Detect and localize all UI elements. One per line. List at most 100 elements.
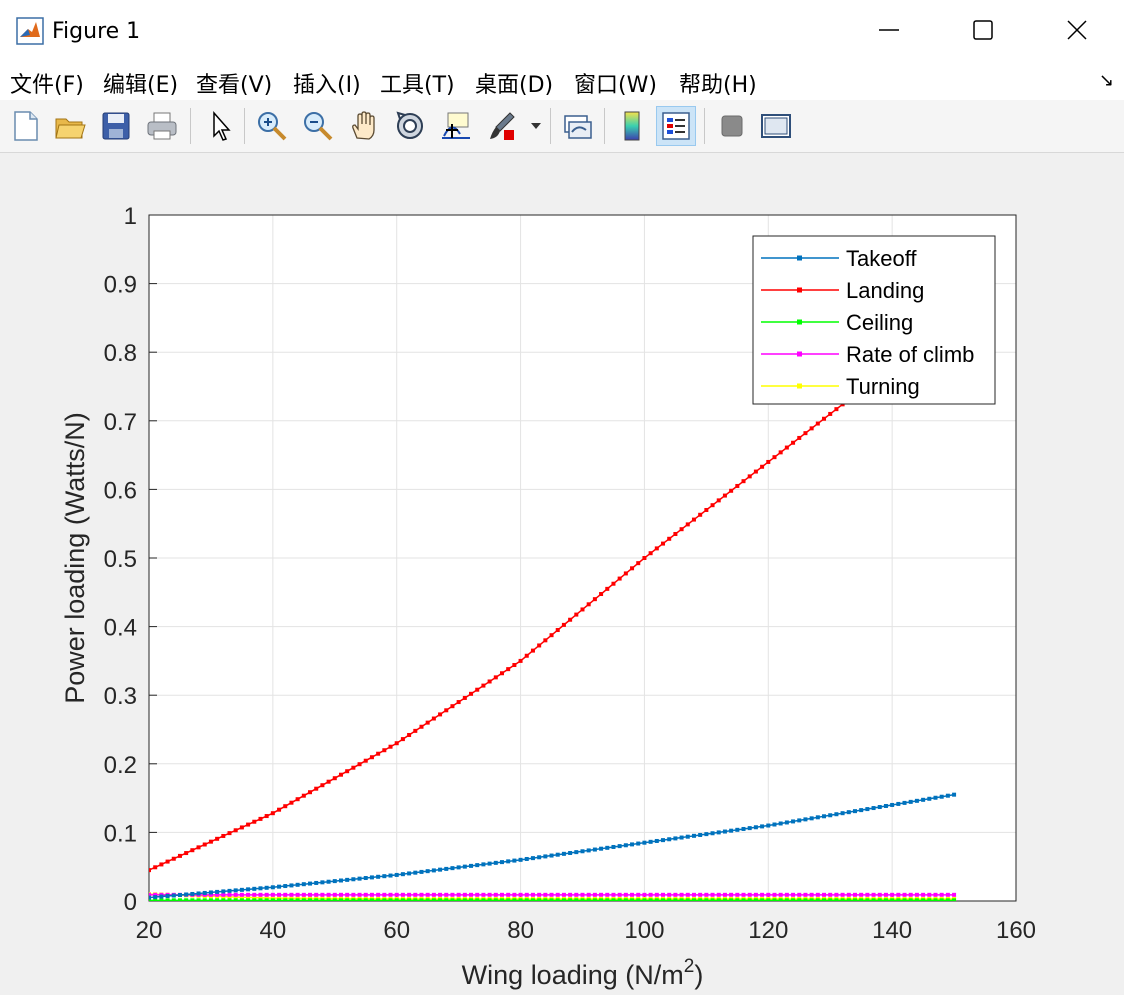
data-marker: [549, 633, 554, 638]
data-marker: [623, 892, 628, 897]
dock-arrow-icon[interactable]: ↘: [1099, 70, 1114, 91]
zoom-in-button[interactable]: [252, 106, 292, 146]
data-marker: [289, 800, 294, 805]
data-marker: [165, 894, 170, 899]
data-marker: [425, 720, 430, 725]
data-marker: [574, 850, 579, 855]
data-marker: [512, 892, 517, 897]
data-marker: [153, 865, 158, 870]
legend-entry-label: Takeoff: [846, 246, 917, 271]
close-icon: [1067, 20, 1087, 40]
show-plot-tools-button[interactable]: [756, 106, 796, 146]
legend[interactable]: Takeoff Landing Ceiling Rate of climb Turnin…: [752, 235, 996, 405]
data-marker: [149, 895, 151, 900]
data-marker: [722, 892, 727, 897]
data-marker: [667, 892, 672, 897]
data-marker: [630, 898, 635, 901]
data-marker: [617, 844, 622, 849]
data-marker: [338, 772, 343, 777]
minimize-button[interactable]: [842, 0, 936, 60]
hide-plot-tools-button[interactable]: [712, 106, 752, 146]
data-marker: [524, 856, 529, 861]
menu-help[interactable]: 帮助(H): [679, 67, 757, 99]
data-marker: [952, 898, 957, 901]
data-marker: [636, 841, 641, 846]
matlab-logo-icon: [16, 17, 44, 45]
print-button[interactable]: [142, 106, 182, 146]
rotate-3d-button[interactable]: [390, 106, 430, 146]
data-marker: [413, 898, 418, 901]
select-arrow-button[interactable]: [200, 106, 240, 146]
colorbar-button[interactable]: [612, 106, 652, 146]
data-marker: [314, 898, 319, 901]
link-plot-button[interactable]: [558, 106, 598, 146]
data-marker: [456, 892, 461, 897]
line-chart[interactable]: 20 40 60 80 100 120 140 160 0 0.1 0.2 0.3 0.4 0.5 0.6 0…: [0, 153, 1124, 995]
data-marker: [308, 898, 313, 901]
data-marker: [877, 898, 882, 901]
new-figure-button[interactable]: [6, 106, 46, 146]
y-tick-label: 0.1: [104, 820, 137, 847]
data-marker: [952, 792, 957, 797]
data-marker: [815, 892, 820, 897]
data-marker: [499, 898, 504, 901]
y-axis-label: Power loading (Watts/N): [60, 412, 90, 704]
zoom-out-button[interactable]: [298, 106, 338, 146]
close-button[interactable]: [1030, 0, 1124, 60]
data-marker: [945, 793, 950, 798]
data-marker: [308, 892, 313, 897]
print-icon: [147, 112, 177, 140]
data-marker: [760, 898, 765, 901]
legend-marker: [797, 287, 802, 293]
data-marker: [252, 898, 257, 901]
data-marker: [493, 860, 498, 865]
data-marker: [431, 868, 436, 873]
menu-file[interactable]: 文件(F): [10, 67, 84, 99]
data-marker: [809, 898, 814, 901]
data-marker: [345, 898, 350, 901]
data-marker: [363, 876, 368, 881]
data-marker: [741, 826, 746, 831]
title-bar: Figure 1: [0, 0, 1124, 60]
data-marker: [171, 893, 176, 898]
legend-entry-label: Ceiling: [846, 310, 913, 335]
menu-view[interactable]: 查看(V): [196, 67, 272, 99]
data-marker: [233, 888, 238, 893]
maximize-button[interactable]: [936, 0, 1030, 60]
toolbar-separator: [244, 108, 245, 144]
colorbar-icon: [624, 111, 640, 141]
data-marker: [902, 898, 907, 901]
data-marker: [369, 875, 374, 880]
save-button[interactable]: [96, 106, 136, 146]
menu-window[interactable]: 窗口(W): [574, 67, 657, 99]
menu-desktop[interactable]: 桌面(D): [475, 67, 553, 99]
data-marker: [784, 898, 789, 901]
menu-tools[interactable]: 工具(T): [380, 67, 455, 99]
data-cursor-button[interactable]: [436, 106, 476, 146]
data-marker: [561, 622, 566, 627]
data-marker: [586, 898, 591, 901]
data-marker: [227, 898, 232, 901]
pan-button[interactable]: [344, 106, 384, 146]
data-marker: [927, 898, 932, 901]
data-marker: [698, 898, 703, 901]
data-marker: [865, 898, 870, 901]
legend-button[interactable]: [656, 106, 696, 146]
data-marker: [543, 854, 548, 859]
data-marker: [388, 873, 393, 878]
data-marker: [729, 892, 734, 897]
brush-button[interactable]: [482, 106, 522, 146]
data-marker: [320, 892, 325, 897]
brush-dropdown-button[interactable]: [526, 106, 546, 146]
data-marker: [549, 892, 554, 897]
menu-insert[interactable]: 插入(I): [293, 67, 361, 99]
open-file-button[interactable]: [50, 106, 90, 146]
menu-edit[interactable]: 编辑(E): [103, 67, 178, 99]
data-marker: [784, 445, 789, 450]
data-marker: [766, 898, 771, 901]
y-tick-label: 0.3: [104, 683, 137, 710]
data-marker: [883, 803, 888, 808]
data-marker: [227, 831, 232, 836]
data-marker: [345, 877, 350, 882]
data-marker: [481, 862, 486, 867]
